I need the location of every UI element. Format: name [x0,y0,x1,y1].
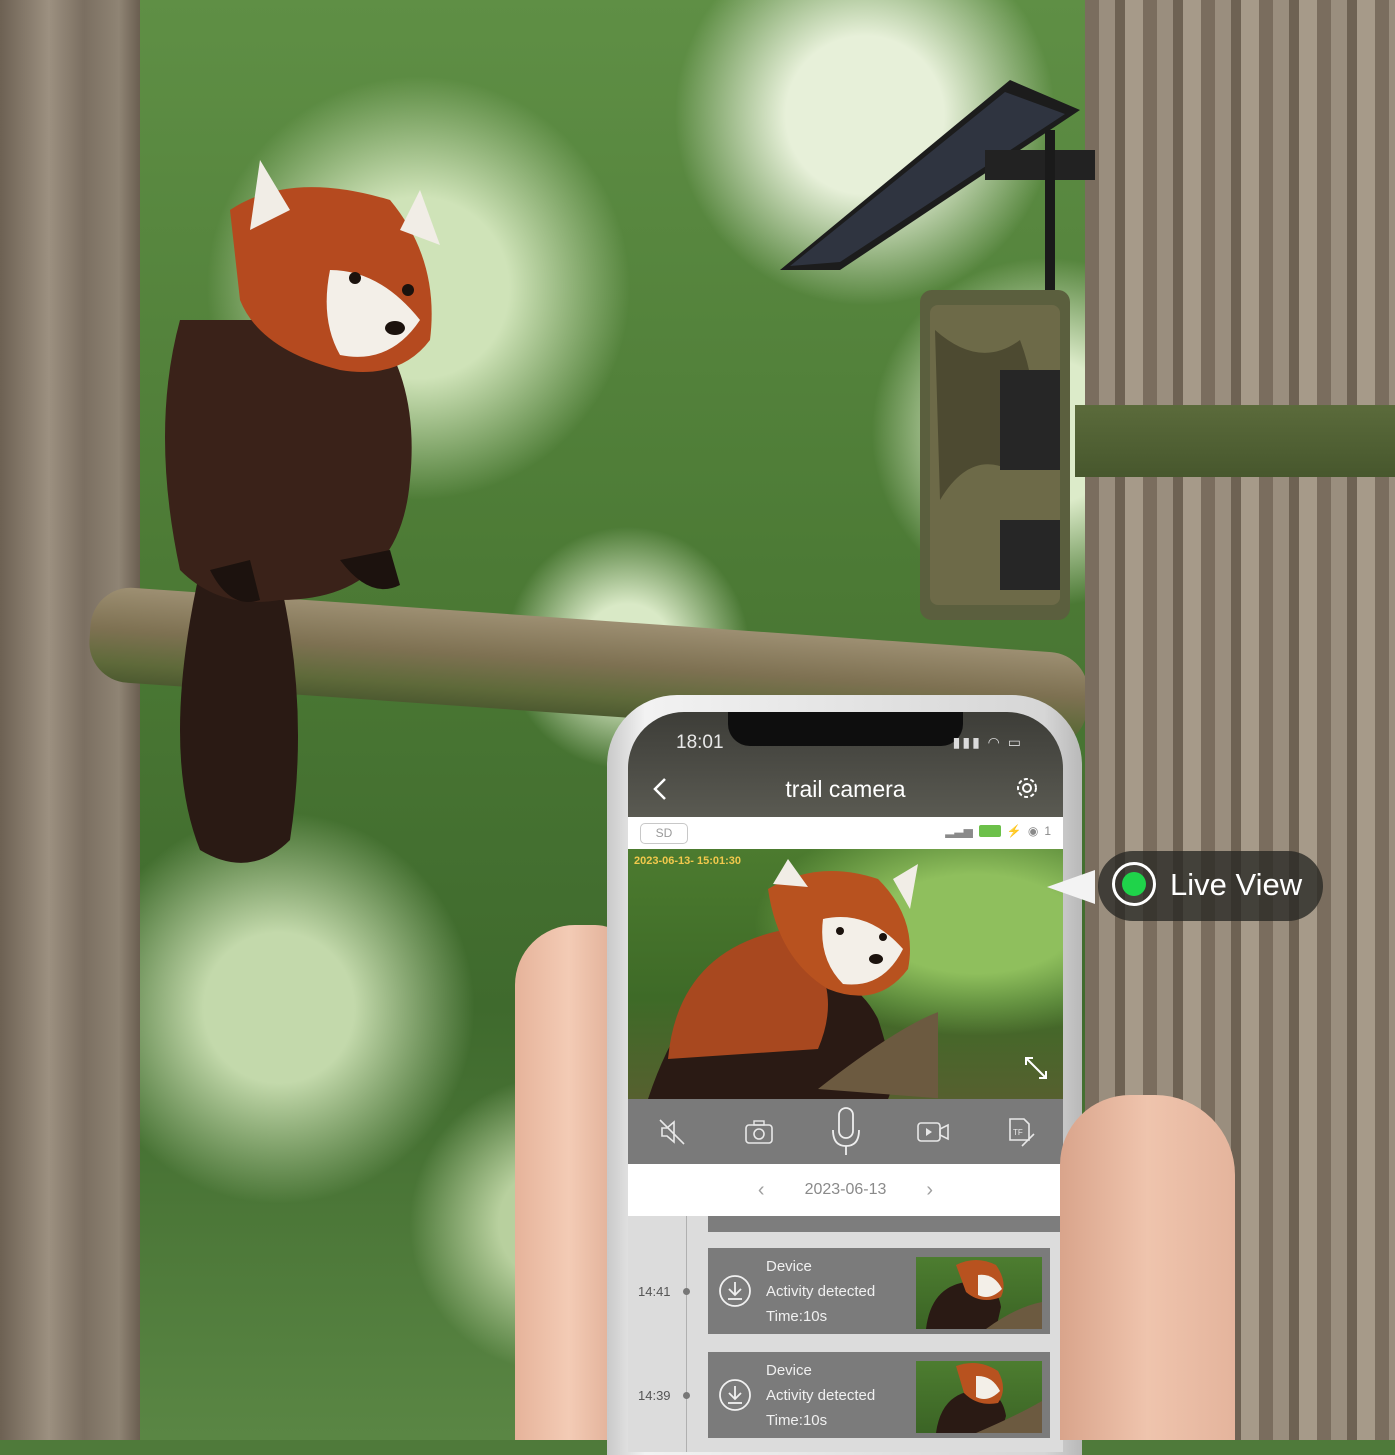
event-thumbnail[interactable] [916,1257,1042,1329]
viewer-count: 1 [1044,824,1051,838]
event-card-partial [708,1216,1063,1232]
camera-strap [1075,405,1395,477]
signal-wifi-battery-icons: ▮▮▮ ◠ ▭ [952,734,1023,750]
record-button[interactable] [913,1112,953,1152]
event-card[interactable]: Device Activity detected Time:10s [708,1248,1050,1334]
charging-icon: ⚡ [1006,824,1022,838]
download-icon[interactable] [718,1378,752,1412]
expand-icon [1025,1057,1047,1079]
timeline-dot [683,1288,690,1295]
status-time: 18:01 [676,732,724,753]
next-date-button[interactable]: › [926,1179,933,1202]
download-icon[interactable] [718,1274,752,1308]
phone-notch [728,712,963,746]
battery-icon [978,825,1001,837]
live-view-callout: Live View [1098,851,1323,921]
current-date: 2023-06-13 [804,1181,887,1198]
video-record-icon [916,1121,949,1142]
event-item[interactable]: 14:39 Device Activity detected Time:10s [628,1348,1063,1440]
sd-playback-button[interactable]: TF [1000,1112,1040,1152]
fullscreen-button[interactable] [1023,1055,1049,1081]
microphone-icon [831,1106,860,1155]
live-video-feed[interactable]: 2023-06-13- 15:01:30 [628,849,1063,1099]
red-panda-illustration [165,160,440,863]
device-status-indicators: ▂▃▅ ⚡ ◉ 1 [945,824,1051,838]
event-duration: Time:10s [766,1412,828,1429]
live-indicator-icon [1112,862,1156,906]
event-source: Device [766,1258,812,1275]
video-controls-bar: TF [628,1099,1063,1164]
device-info-bar: SD ▂▃▅ ⚡ ◉ 1 [628,817,1063,849]
event-message: Activity detected [766,1283,876,1300]
event-time: 14:41 [638,1284,671,1299]
app-header: 18:01 ▮▮▮ ◠ ▭ trail camera [628,712,1063,817]
gear-icon [1017,778,1037,798]
signal-icon: ▂▃▅ [945,824,973,838]
settings-button[interactable] [1013,774,1041,802]
event-list: 14:41 Device Activity detected Time:10s [628,1216,1063,1452]
red-panda-thumbnail [926,1260,1042,1329]
snapshot-button[interactable] [739,1112,779,1152]
eye-icon: ◉ [1027,824,1039,838]
mute-button[interactable] [652,1112,692,1152]
previous-date-button[interactable]: ‹ [758,1179,765,1202]
trail-camera-device [780,80,1095,620]
live-view-label: Live View [1170,867,1303,902]
mute-icon [658,1118,685,1145]
sd-card-icon: TF [1008,1117,1035,1147]
event-item[interactable]: 14:41 Device Activity detected Time:10s [628,1244,1063,1336]
phone-screen: 18:01 ▮▮▮ ◠ ▭ trail camera SD ▂▃▅ ⚡ ◉ 1 … [628,712,1063,1452]
tree-trunk-left [0,0,140,1440]
event-message: Activity detected [766,1387,876,1404]
page-title: trail camera [785,776,906,802]
date-navigator: ‹ 2023-06-13 › [628,1164,1063,1216]
event-card[interactable]: Device Activity detected Time:10s [708,1352,1050,1438]
event-thumbnail[interactable] [916,1361,1042,1433]
svg-text:TF: TF [1013,1128,1023,1137]
red-panda-video-frame [648,859,938,1099]
sd-badge: SD [640,823,688,844]
event-source: Device [766,1362,812,1379]
event-time: 14:39 [638,1388,671,1403]
red-panda-thumbnail [936,1362,1042,1433]
callout-pointer [1047,870,1095,904]
hand-right [1060,1095,1235,1440]
camera-icon [744,1119,773,1144]
talk-button[interactable] [826,1106,866,1155]
timeline-dot [683,1392,690,1399]
event-duration: Time:10s [766,1308,828,1325]
